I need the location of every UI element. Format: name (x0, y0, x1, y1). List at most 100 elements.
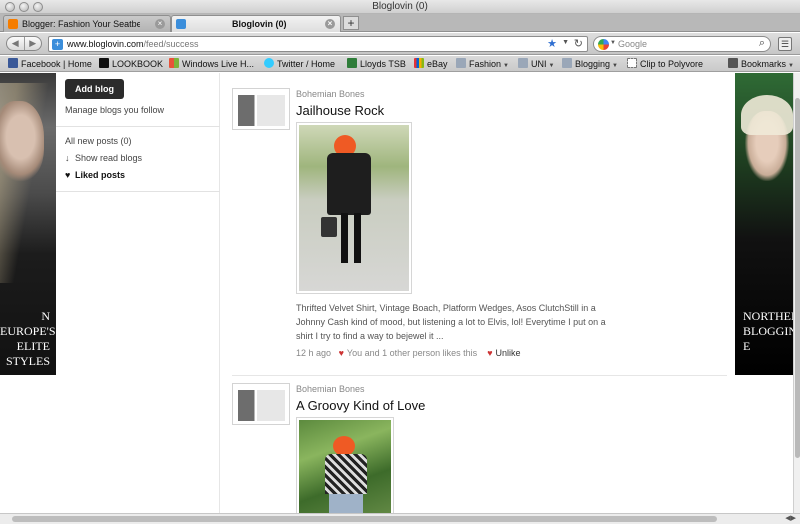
bookmark-ebay[interactable]: eBay (414, 58, 448, 69)
heart-icon: ♥ (65, 170, 71, 180)
url-host: www.bloglovin.com (67, 39, 144, 49)
search-engine-dropdown-icon[interactable]: ▼ (610, 40, 616, 46)
windows-icon (169, 58, 179, 68)
window-title: Bloglovin (0) (372, 1, 428, 12)
folder-icon (518, 58, 528, 68)
left-ad-banner[interactable]: N EUROPE'S ELITE STYLES (0, 73, 56, 375)
manage-blogs-link[interactable]: Manage blogs you follow (65, 105, 164, 115)
bookmark-twitter[interactable]: Twitter / Home (264, 58, 335, 69)
history-dropdown-icon[interactable]: ▼ (562, 39, 569, 46)
blog-thumbnail[interactable] (232, 88, 290, 130)
twitter-icon (264, 58, 274, 68)
heart-icon: ♥ (487, 348, 493, 358)
bookmark-facebook[interactable]: Facebook | Home (8, 58, 92, 69)
search-icon[interactable]: ⌕ (759, 37, 765, 50)
ebay-icon (414, 58, 424, 68)
bookmark-folder-fashion[interactable]: Fashion ▼ (456, 58, 509, 69)
post-image[interactable] (296, 122, 412, 294)
close-tab-icon[interactable]: × (155, 19, 165, 29)
window-titlebar: Bloglovin (0) (0, 0, 800, 14)
chevron-down-icon: ▼ (612, 63, 618, 69)
post-meta: 12 h ago ♥ You and 1 other person likes t… (296, 348, 521, 358)
vertical-scrollbar[interactable] (793, 73, 800, 513)
url-path: /feed/success (143, 39, 199, 49)
lloyds-icon (347, 58, 357, 68)
bookmark-lookbook[interactable]: LOOKBOOK (99, 58, 163, 69)
lookbook-icon (99, 58, 109, 68)
bookmark-clip-to-polyvore[interactable]: Clip to Polyvore (627, 58, 703, 69)
post-author[interactable]: Bohemian Bones (296, 384, 365, 394)
bookmark-folder-blogging[interactable]: Blogging ▼ (562, 58, 618, 69)
sidebar: Add blog Manage blogs you follow All new… (56, 73, 220, 513)
forward-button[interactable]: ▶ (23, 37, 42, 50)
feed-post: Bohemian Bones Jailhouse Rock Thrifted V… (232, 73, 727, 375)
post-author[interactable]: Bohemian Bones (296, 89, 365, 99)
page-menu-icon[interactable]: ☰ (778, 37, 792, 51)
bookmark-lloyds[interactable]: Lloyds TSB (347, 58, 406, 69)
chevron-down-icon: ▼ (503, 63, 509, 69)
folder-icon (562, 58, 572, 68)
photo-hair (333, 436, 355, 456)
new-tab-button[interactable]: + (343, 16, 359, 30)
ad-model-face (0, 101, 44, 181)
sidebar-divider (56, 126, 220, 127)
chevron-down-icon: ▼ (548, 63, 555, 69)
horizontal-scrollbar[interactable]: ◀▶ (0, 513, 800, 524)
bloglovin-icon (176, 19, 186, 29)
bookmarks-menu[interactable]: Bookmarks ▼ (728, 58, 794, 69)
photo-jeans (329, 494, 363, 513)
left-ad-text: N EUROPE'S ELITE STYLES (0, 309, 56, 368)
all-new-posts-link[interactable]: All new posts (0) (65, 136, 132, 146)
back-forward-buttons: ◀ ▶ (6, 36, 42, 51)
blog-thumbnail[interactable] (232, 383, 290, 425)
bookmark-star-icon[interactable]: ★ (547, 37, 557, 50)
vertical-scroll-thumb[interactable] (795, 98, 800, 458)
post-title[interactable]: Jailhouse Rock (296, 103, 384, 118)
search-box[interactable]: ▼ Google ⌕ (593, 36, 771, 52)
tab-label: Blogger: Fashion Your Seatbelts... (22, 19, 140, 29)
post-title[interactable]: A Groovy Kind of Love (296, 398, 425, 413)
horizontal-scroll-thumb[interactable] (12, 516, 717, 522)
reload-icon[interactable]: ↻ (574, 37, 583, 50)
search-input[interactable]: Google (618, 39, 647, 49)
photo-shirt (327, 153, 371, 215)
scroll-arrows-icon[interactable]: ◀▶ (785, 514, 796, 522)
ad-model-hair (741, 95, 793, 135)
blogger-icon (8, 19, 18, 29)
heart-icon: ♥ (338, 348, 344, 358)
back-button[interactable]: ◀ (7, 37, 24, 50)
photo-leg (354, 213, 361, 263)
bookmark-folder-uni[interactable]: UNI ▼ (518, 58, 554, 69)
url-text[interactable]: www.bloglovin.com/feed/success (67, 39, 199, 49)
photo-clutch (321, 217, 337, 237)
photo-leg (341, 213, 348, 263)
page-content: N EUROPE'S ELITE STYLES Add blog Manage … (0, 73, 793, 513)
feed-post: Bohemian Bones A Groovy Kind of Love (232, 368, 727, 513)
show-read-blogs-link[interactable]: ↓ Show read blogs (65, 153, 142, 163)
tab-blogger[interactable]: Blogger: Fashion Your Seatbelts... × (3, 15, 171, 32)
unlike-link[interactable]: Unlike (496, 348, 521, 358)
arrow-down-icon: ↓ (65, 153, 70, 163)
close-tab-icon[interactable]: × (325, 19, 335, 29)
bookmark-windows-live[interactable]: Windows Live H... (169, 58, 254, 69)
clip-icon (627, 58, 637, 68)
right-ad-text: NORTHERN BLOGGING E (743, 309, 793, 353)
likes-count: You and 1 other person likes this (346, 348, 478, 358)
sidebar-divider (56, 191, 220, 192)
site-favicon-icon: + (52, 39, 63, 50)
chevron-down-icon: ▼ (788, 63, 794, 69)
add-blog-button[interactable]: Add blog (65, 79, 124, 99)
post-time: 12 h ago (296, 348, 332, 358)
tab-strip: Blogger: Fashion Your Seatbelts... × Blo… (0, 14, 800, 32)
post-excerpt: Thrifted Velvet Shirt, Vintage Boach, Pl… (296, 303, 606, 341)
liked-posts-link[interactable]: ♥ Liked posts (65, 170, 125, 180)
folder-icon (456, 58, 466, 68)
tab-bloglovin[interactable]: Bloglovin (0) × (171, 15, 341, 32)
bookmarks-icon (728, 58, 738, 68)
google-icon[interactable] (598, 39, 609, 50)
bookmarks-bar: Facebook | Home LOOKBOOK Windows Live H.… (0, 56, 800, 72)
post-image[interactable] (296, 417, 394, 513)
address-bar[interactable]: + www.bloglovin.com/feed/success ★ ▼ ↻ (48, 36, 588, 52)
navigation-bar: ◀ ▶ + www.bloglovin.com/feed/success ★ ▼… (0, 33, 800, 55)
right-ad-banner[interactable]: NORTHERN BLOGGING E (735, 73, 793, 375)
